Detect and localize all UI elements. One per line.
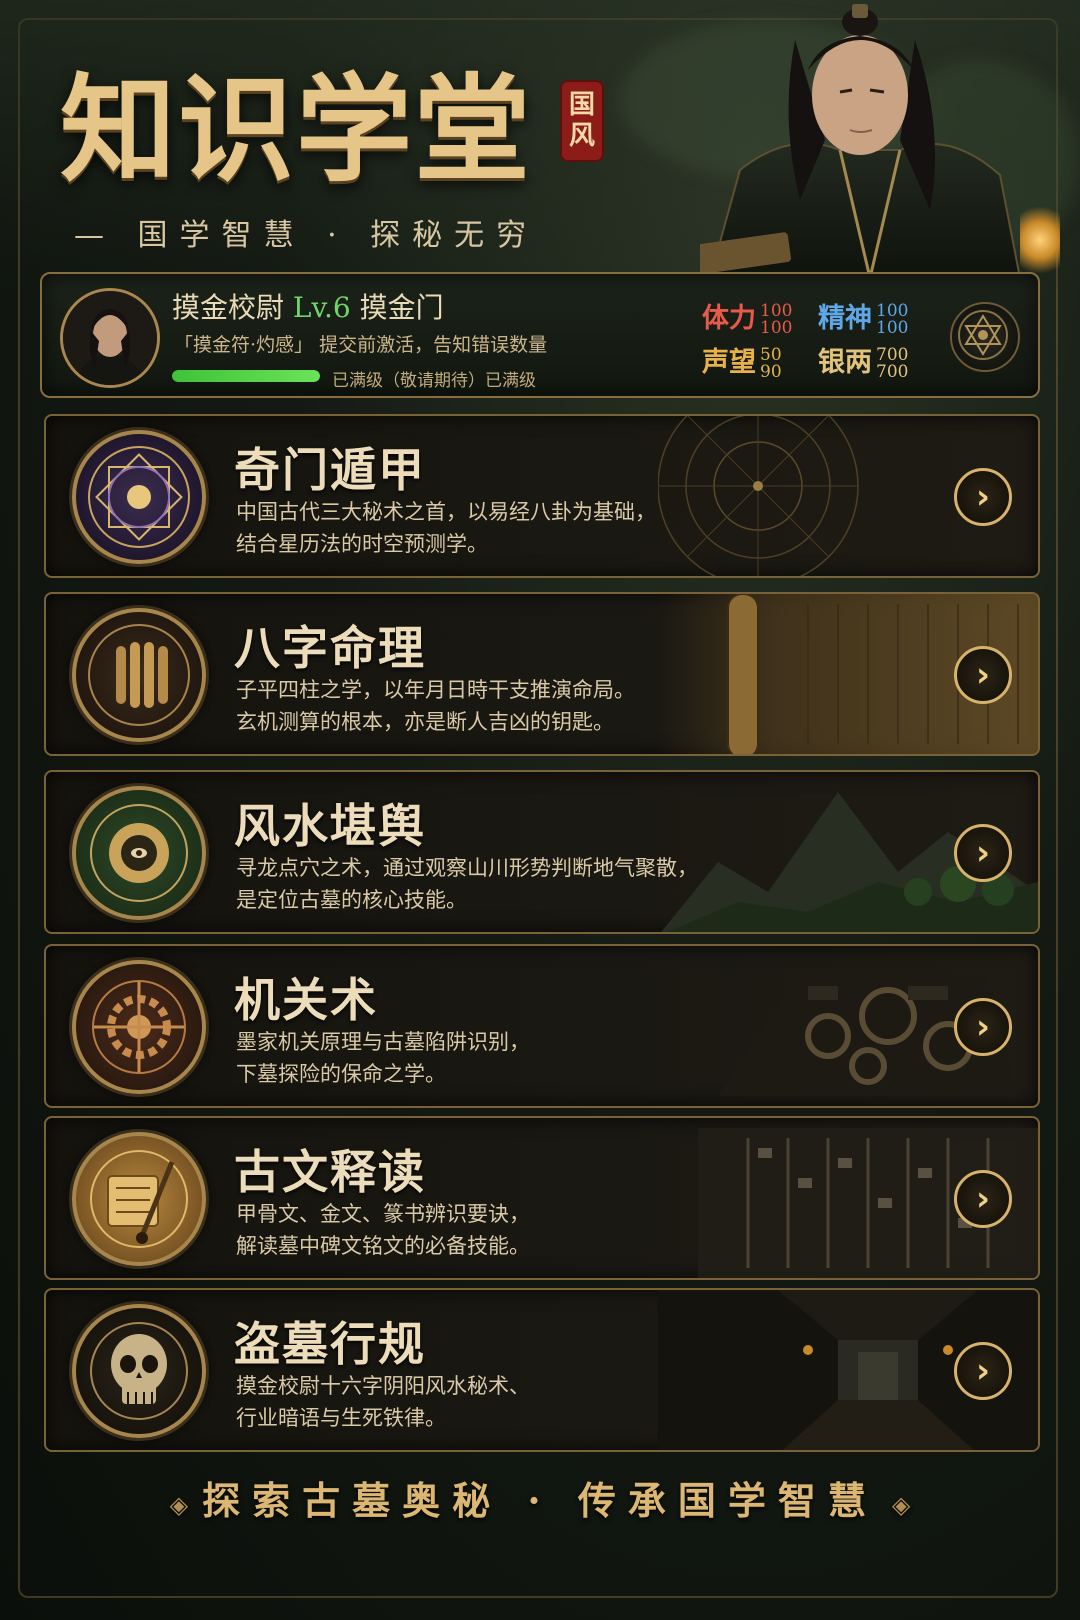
card-title: 古文释读: [234, 1145, 426, 1199]
topic-card-bazi[interactable]: 八字命理 子平四柱之学，以年月日時干支推演命局。 玄机测算的根本，亦是断人吉凶的…: [44, 592, 1040, 756]
luopan-icon: [72, 786, 206, 920]
stat-max: 100: [876, 317, 909, 338]
bamboo-scroll-icon: [72, 608, 206, 742]
bagua-compass-icon: [72, 430, 206, 564]
card-title: 盗墓行规: [234, 1317, 426, 1371]
card-title: 风水堪舆: [234, 799, 426, 853]
chevron-right-icon[interactable]: ›: [954, 824, 1012, 882]
chevron-right-icon[interactable]: ›: [954, 468, 1012, 526]
stat-fame: 声望 50 90: [702, 340, 782, 381]
card-description: 摸金校尉十六字阴阳风水秘术、 行业暗语与生死铁律。: [236, 1374, 530, 1430]
gear-mechanism-icon: [72, 960, 206, 1094]
seal-char: 风: [568, 121, 595, 151]
stat-max: 90: [760, 361, 782, 382]
stat-label: 体力: [702, 303, 756, 334]
card-description: 寻龙点穴之术，通过观察山川形势判断地气聚散， 是定位古墓的核心技能。: [236, 856, 698, 912]
chevron-right-icon[interactable]: ›: [954, 1170, 1012, 1228]
chevron-right-icon[interactable]: ›: [954, 646, 1012, 704]
player-level: Lv.6: [292, 291, 351, 324]
stat-label: 声望: [702, 347, 756, 378]
footer-text: 探索古墓奥秘 · 传承国学智慧: [202, 1478, 878, 1523]
xp-progress-bar: [172, 370, 320, 382]
diamond-ornament-icon: ◈: [169, 1490, 189, 1519]
card-description: 中国古代三大秘术之首，以易经八卦为基础， 结合星历法的时空预测学。: [236, 500, 656, 556]
stat-max: 700: [876, 361, 909, 382]
page-subtitle: — 国学智慧 · 探秘无穷: [74, 218, 539, 253]
footer-slogan: ◈ 探索古墓奥秘 · 传承国学智慧 ◈: [0, 1470, 1080, 1540]
guofeng-seal: 国 风: [560, 80, 604, 162]
chevron-right-icon[interactable]: ›: [954, 998, 1012, 1056]
xp-status-text: 已满级（敬请期待）已满级: [332, 371, 536, 391]
diamond-ornament-icon: ◈: [891, 1490, 911, 1519]
player-status-panel: 摸金校尉 Lv.6 摸金门 「摸金符·灼感」 提交前激活，告知错误数量 已满级（…: [40, 272, 1040, 398]
hero-character-illustration: [700, 0, 1020, 278]
player-faction: 摸金门: [359, 291, 444, 324]
emblem-icon[interactable]: [950, 302, 1020, 372]
topic-card-qimen[interactable]: 奇门遁甲 中国古代三大秘术之首，以易经八卦为基础， 结合星历法的时空预测学。 ›: [44, 414, 1040, 578]
topic-card-fengshui[interactable]: 风水堪舆 寻龙点穴之术，通过观察山川形势判断地气聚散， 是定位古墓的核心技能。 …: [44, 770, 1040, 934]
xp-progress-fill: [172, 370, 320, 382]
stat-stamina: 体力 100 100: [702, 296, 792, 337]
avatar[interactable]: [60, 288, 160, 388]
topic-card-jiguan[interactable]: 机关术 墨家机关原理与古墓陷阱识别， 下墓探险的保命之学。 ›: [44, 944, 1040, 1108]
stat-label: 银两: [818, 347, 872, 378]
lantern-icon: [1020, 200, 1060, 280]
card-title: 奇门遁甲: [234, 443, 426, 497]
page-title: 知识学堂: [60, 62, 532, 198]
chevron-right-icon[interactable]: ›: [954, 1342, 1012, 1400]
skull-icon: [72, 1304, 206, 1438]
stat-current: 100: [876, 300, 909, 321]
player-name-line: 摸金校尉 Lv.6 摸金门: [172, 286, 444, 326]
card-description: 甲骨文、金文、篆书辨识要诀， 解读墓中碑文铭文的必备技能。: [236, 1202, 530, 1258]
card-title: 八字命理: [234, 621, 426, 675]
stat-max: 100: [760, 317, 793, 338]
scroll-brush-icon: [72, 1132, 206, 1266]
seal-char: 国: [568, 89, 595, 120]
stat-silver: 银两 700 700: [818, 340, 908, 381]
player-name: 摸金校尉: [172, 291, 285, 324]
stat-current: 700: [876, 344, 909, 365]
stat-current: 100: [760, 300, 793, 321]
card-description: 墨家机关原理与古墓陷阱识别， 下墓探险的保命之学。: [236, 1030, 530, 1086]
topic-card-guwen[interactable]: 古文释读 甲骨文、金文、篆书辨识要诀， 解读墓中碑文铭文的必备技能。 ›: [44, 1116, 1040, 1280]
stat-label: 精神: [818, 303, 872, 334]
card-description: 子平四柱之学，以年月日時干支推演命局。 玄机测算的根本，亦是断人吉凶的钥匙。: [236, 678, 635, 734]
stat-spirit: 精神 100 100: [818, 296, 908, 337]
topic-card-daomu[interactable]: 盗墓行规 摸金校尉十六字阴阳风水秘术、 行业暗语与生死铁律。 ›: [44, 1288, 1040, 1452]
stat-current: 50: [760, 344, 782, 365]
talisman-note: 「摸金符·灼感」 提交前激活，告知错误数量: [174, 334, 548, 356]
card-title: 机关术: [234, 973, 378, 1027]
